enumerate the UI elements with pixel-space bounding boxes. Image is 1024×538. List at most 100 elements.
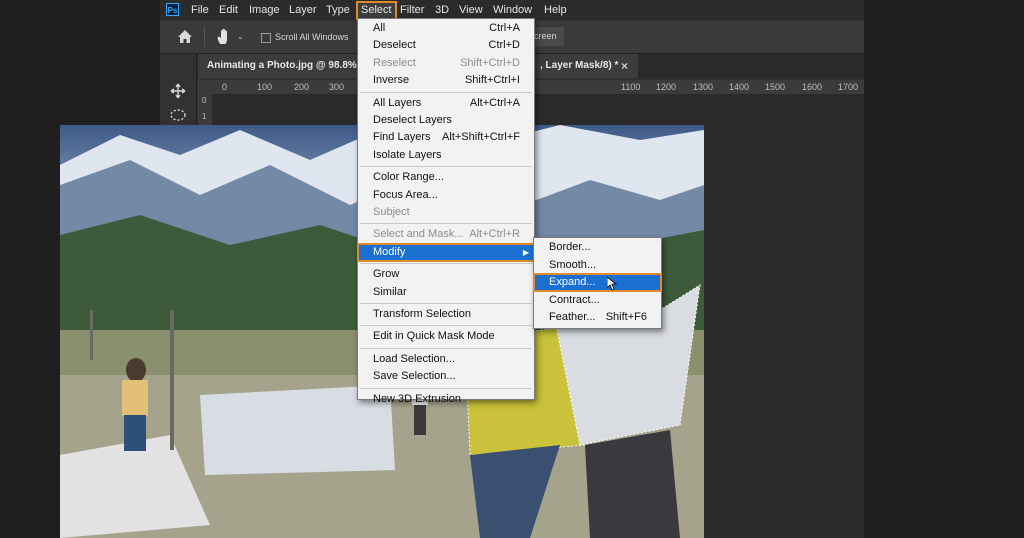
menu-item-shortcut: Shift+Ctrl+D bbox=[460, 56, 520, 69]
ruler-corner[interactable] bbox=[198, 80, 219, 94]
ruler-label: 0 bbox=[202, 96, 207, 105]
menu-item-label: All bbox=[373, 22, 386, 34]
menu-item-label: Contract... bbox=[549, 293, 600, 306]
menu-item-shortcut: Alt+Shift+Ctrl+F bbox=[442, 131, 520, 144]
select-menu-item-inverse[interactable]: Inverse Shift+Ctrl+I bbox=[358, 72, 534, 89]
scroll-all-windows-checkbox[interactable] bbox=[261, 33, 271, 43]
fit-screen-label: creen bbox=[534, 31, 557, 41]
menu-type[interactable]: Type bbox=[326, 4, 350, 17]
select-menu-item-isolate-layers[interactable]: Isolate Layers bbox=[358, 147, 534, 164]
ruler-label: 1100 bbox=[621, 82, 641, 92]
select-menu-item-load-selection[interactable]: Load Selection... bbox=[358, 351, 534, 368]
menu-separator bbox=[360, 325, 532, 327]
menu-image[interactable]: Image bbox=[249, 4, 280, 17]
select-menu-item-modify[interactable]: Modify ▶ bbox=[357, 242, 535, 262]
select-menu-item-deselect-layers[interactable]: Deselect Layers bbox=[358, 112, 534, 129]
ruler-label: 1600 bbox=[802, 82, 823, 92]
modify-menu-item-expand[interactable]: Expand... bbox=[533, 273, 662, 292]
menu-edit[interactable]: Edit bbox=[219, 4, 238, 17]
modify-submenu: Border... Smooth... Expand... Contract... Fe… bbox=[533, 237, 662, 329]
menu-item-label: Border... bbox=[549, 241, 591, 253]
menu-item-label: Edit in Quick Mask Mode bbox=[373, 330, 495, 343]
select-menu-item-similar[interactable]: Similar bbox=[358, 284, 534, 301]
select-menu-item-focus-area[interactable]: Focus Area... bbox=[358, 187, 534, 204]
select-menu-item-find-layers[interactable]: Find Layers Alt+Shift+Ctrl+F bbox=[358, 129, 534, 146]
menu-item-label: Smooth... bbox=[549, 258, 597, 271]
modify-menu-item-smooth[interactable]: Smooth... bbox=[534, 257, 661, 274]
menu-view[interactable]: View bbox=[459, 4, 483, 17]
menu-item-label: Grow bbox=[373, 268, 400, 281]
divider bbox=[204, 27, 205, 47]
ruler-label: 1300 bbox=[693, 82, 714, 92]
ruler-label: 300 bbox=[329, 82, 345, 92]
fit-screen-button[interactable]: creen bbox=[530, 27, 564, 46]
select-menu-item-save-selection[interactable]: Save Selection... bbox=[358, 368, 534, 385]
ruler-top: 0 100 200 300 1100 1200 1300 1400 1500 1… bbox=[219, 80, 864, 95]
menu-item-label: Isolate Layers bbox=[373, 148, 442, 161]
select-menu-item-select-and-mask[interactable]: Select and Mask... Alt+Ctrl+R bbox=[358, 226, 534, 243]
modify-menu-item-feather[interactable]: Feather... Shift+F6 bbox=[534, 309, 661, 326]
menu-item-label: Load Selection... bbox=[373, 352, 455, 365]
menu-item-label: Similar bbox=[373, 285, 407, 298]
hand-tool-icon[interactable] bbox=[216, 28, 232, 45]
menu-item-label: Reselect bbox=[373, 56, 416, 69]
menu-item-label: Expand... bbox=[549, 276, 596, 288]
move-tool-icon[interactable] bbox=[170, 83, 186, 99]
menu-item-label: Subject bbox=[373, 206, 410, 218]
ruler-label: 0 bbox=[222, 82, 228, 92]
menu-item-label: Modify bbox=[373, 245, 406, 258]
menu-window[interactable]: Window bbox=[493, 4, 532, 17]
select-menu-item-all[interactable]: All Ctrl+A bbox=[358, 20, 534, 37]
marquee-tool-icon[interactable] bbox=[170, 109, 186, 121]
menu-item-shortcut: Ctrl+A bbox=[489, 22, 520, 34]
modify-menu-item-border[interactable]: Border... bbox=[534, 239, 661, 256]
ruler-label: 1400 bbox=[729, 82, 750, 92]
select-menu-item-color-range[interactable]: Color Range... bbox=[358, 169, 534, 186]
select-menu-item-reselect[interactable]: Reselect Shift+Ctrl+D bbox=[358, 55, 534, 72]
select-menu-item-all-layers[interactable]: All Layers Alt+Ctrl+A bbox=[358, 95, 534, 112]
menu-3d[interactable]: 3D bbox=[435, 4, 449, 17]
menu-item-shortcut: Alt+Ctrl+R bbox=[469, 228, 520, 241]
menu-item-label: Deselect bbox=[373, 39, 416, 52]
select-menu-item-new-3d-extrusion[interactable]: New 3D Extrusion bbox=[358, 391, 534, 408]
scroll-all-windows-label: Scroll All Windows bbox=[275, 32, 349, 42]
home-icon[interactable] bbox=[177, 29, 193, 44]
modify-menu-item-contract[interactable]: Contract... bbox=[534, 292, 661, 309]
document-title-left: Animating a Photo.jpg @ 98.8% bbox=[207, 60, 357, 71]
menu-file[interactable]: File bbox=[191, 4, 209, 17]
document-title-right: , Layer Mask/8) * bbox=[540, 60, 619, 71]
menu-item-label: Save Selection... bbox=[373, 370, 456, 383]
ruler-label: 100 bbox=[257, 82, 273, 92]
menu-item-label: Inverse bbox=[373, 74, 410, 87]
menu-separator bbox=[360, 263, 532, 265]
menu-separator bbox=[360, 387, 532, 389]
menu-help[interactable]: Help bbox=[544, 4, 567, 17]
menu-separator bbox=[360, 91, 532, 93]
menu-filter[interactable]: Filter bbox=[400, 4, 424, 17]
select-dropdown-menu: All Ctrl+A Deselect Ctrl+D Reselect Shift+Ctr… bbox=[357, 18, 535, 405]
menu-separator bbox=[360, 166, 532, 168]
chevron-down-icon[interactable]: ⌄ bbox=[237, 32, 244, 41]
ruler-label: 1200 bbox=[656, 82, 677, 92]
select-menu-item-deselect[interactable]: Deselect Ctrl+D bbox=[358, 37, 534, 54]
menu-separator bbox=[360, 303, 532, 304]
ruler-label: 1700 bbox=[838, 82, 859, 92]
select-menu-item-edit-in-quick-mask-mode[interactable]: Edit in Quick Mask Mode bbox=[358, 328, 534, 345]
menu-item-label: Transform Selection bbox=[373, 308, 472, 320]
menu-separator bbox=[360, 223, 532, 225]
menu-item-label: Select and Mask... bbox=[373, 228, 464, 241]
submenu-arrow-icon: ▶ bbox=[522, 247, 529, 257]
select-menu-item-transform-selection[interactable]: Transform Selection bbox=[358, 306, 534, 323]
select-menu-item-subject[interactable]: Subject bbox=[358, 204, 534, 221]
menu-item-label: Deselect Layers bbox=[373, 114, 452, 126]
close-tab-icon[interactable]: × bbox=[621, 59, 628, 73]
ruler-label: 1 bbox=[202, 111, 207, 121]
mouse-cursor-icon bbox=[607, 277, 617, 291]
menu-item-shortcut: Alt+Ctrl+A bbox=[469, 96, 520, 109]
menu-item-shortcut: Shift+Ctrl+I bbox=[464, 74, 520, 87]
menu-item-label: Feather... bbox=[549, 311, 596, 323]
select-menu-item-grow[interactable]: Grow bbox=[358, 266, 534, 283]
photoshop-logo-icon[interactable]: Ps bbox=[166, 3, 179, 16]
menu-item-label: Color Range... bbox=[373, 171, 444, 184]
menu-layer[interactable]: Layer bbox=[289, 4, 317, 17]
